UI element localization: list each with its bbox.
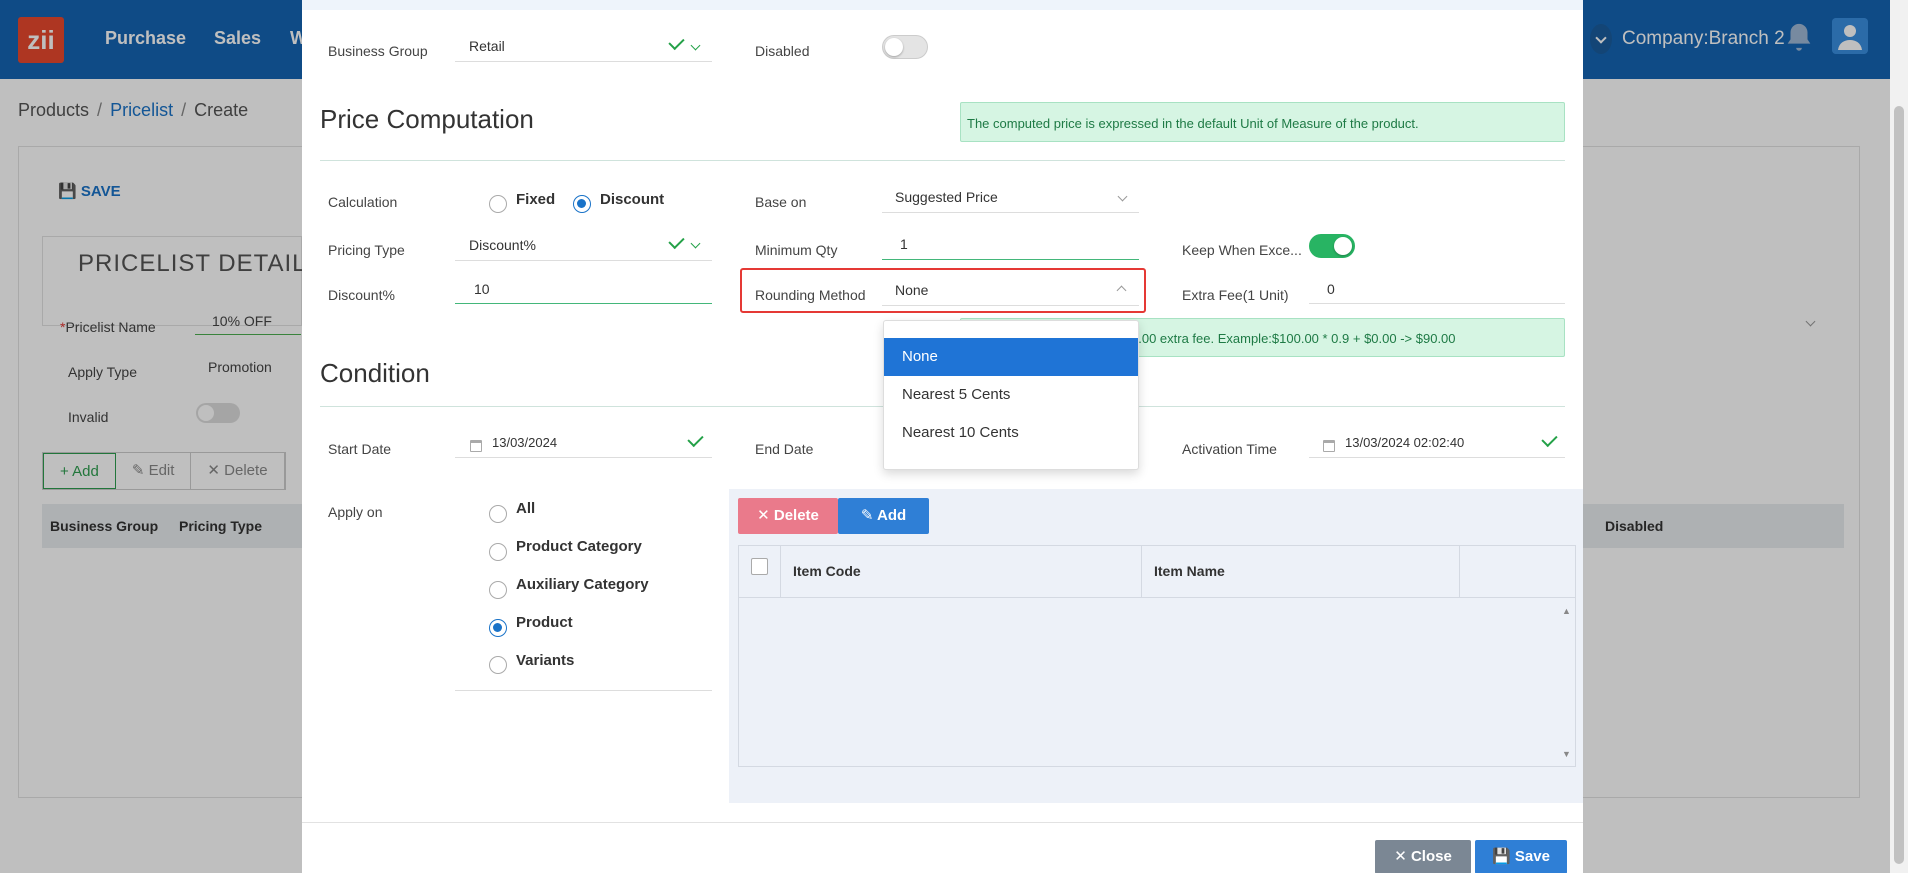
pricing-type-underline <box>455 260 712 261</box>
discount-percent-label: Discount% <box>328 287 395 303</box>
start-date-input[interactable]: 13/03/2024 <box>492 435 557 450</box>
item-code-header: Item Code <box>793 563 861 579</box>
apply-auxiliary-category-label[interactable]: Auxiliary Category <box>516 576 649 593</box>
apply-product-radio[interactable] <box>489 619 507 637</box>
min-qty-input[interactable]: 1 <box>900 236 908 252</box>
min-qty-underline <box>882 259 1139 260</box>
close-button[interactable]: ✕ Close <box>1375 840 1471 873</box>
price-divider <box>320 160 1565 161</box>
apply-on-label: Apply on <box>328 504 383 520</box>
select-all-checkbox[interactable] <box>751 558 768 575</box>
items-delete-button[interactable]: ✕ Delete <box>738 498 838 534</box>
item-name-header: Item Name <box>1154 563 1225 579</box>
pricing-type-chevron-icon[interactable] <box>690 238 701 249</box>
start-date-check-icon <box>687 430 704 448</box>
calc-discount-radio[interactable] <box>573 195 591 213</box>
rounding-option-10-cents[interactable]: Nearest 10 Cents <box>884 414 1138 452</box>
grid-col-item-code[interactable]: Item Code <box>781 546 1142 598</box>
disabled-label: Disabled <box>755 43 810 59</box>
min-qty-label: Minimum Qty <box>755 242 838 258</box>
base-on-value[interactable]: Suggested Price <box>895 189 998 205</box>
rounding-option-5-cents[interactable]: Nearest 5 Cents <box>884 376 1138 414</box>
apply-product-category-label[interactable]: Product Category <box>516 538 642 555</box>
start-date-label: Start Date <box>328 441 392 457</box>
calc-discount-label[interactable]: Discount <box>600 191 664 208</box>
activation-time-input[interactable]: 13/03/2024 02:02:40 <box>1345 435 1464 450</box>
keep-when-exceed-toggle[interactable] <box>1309 234 1355 258</box>
activation-time-label: Activation Time <box>1182 441 1277 457</box>
items-grid: Item Code Item Name ▲ ▼ <box>738 545 1576 767</box>
apply-variants-radio[interactable] <box>489 656 507 674</box>
calc-fixed-radio[interactable] <box>489 195 507 213</box>
discount-percent-input[interactable]: 10 <box>474 281 490 297</box>
rounding-method-dropdown: None Nearest 5 Cents Nearest 10 Cents <box>883 320 1139 470</box>
disabled-toggle[interactable] <box>882 35 928 59</box>
activation-underline <box>1309 457 1565 458</box>
apply-product-label[interactable]: Product <box>516 614 573 631</box>
base-on-underline <box>882 212 1139 213</box>
activation-calendar-icon[interactable] <box>1323 440 1335 452</box>
apply-variants-label[interactable]: Variants <box>516 652 574 669</box>
grid-select-col <box>739 546 781 598</box>
grid-scroll-down-icon[interactable]: ▼ <box>1562 749 1571 759</box>
extra-fee-input[interactable]: 0 <box>1327 281 1335 297</box>
start-date-underline <box>455 457 712 458</box>
items-add-button[interactable]: ✎ Add <box>838 498 929 534</box>
business-group-chevron-icon[interactable] <box>690 40 701 51</box>
grid-col-item-name[interactable]: Item Name <box>1142 546 1460 598</box>
start-date-calendar-icon[interactable] <box>470 440 482 452</box>
apply-auxiliary-category-radio[interactable] <box>489 581 507 599</box>
price-computation-title: Price Computation <box>320 104 534 134</box>
pricelist-item-modal: Business Group Retail Disabled Price Com… <box>302 0 1583 873</box>
pricing-type-check-icon <box>668 232 685 250</box>
pricing-type-label: Pricing Type <box>328 242 405 258</box>
extra-fee-underline <box>1309 303 1565 304</box>
keep-when-exceed-label: Keep When Exce... <box>1182 242 1302 258</box>
discount-underline <box>455 303 712 304</box>
apply-on-underline <box>455 690 712 691</box>
rounding-option-none[interactable]: None <box>884 338 1138 376</box>
apply-all-label[interactable]: All <box>516 500 535 517</box>
calc-fixed-label[interactable]: Fixed <box>516 191 555 208</box>
base-on-label: Base on <box>755 194 807 210</box>
page-scrollbar[interactable] <box>1890 0 1908 873</box>
apply-product-category-radio[interactable] <box>489 543 507 561</box>
business-group-check-icon <box>668 33 685 51</box>
condition-title: Condition <box>320 358 430 388</box>
activation-check-icon <box>1541 430 1558 448</box>
modal-footer-divider <box>302 822 1583 823</box>
uom-info-box: The computed price is expressed in the d… <box>960 102 1565 142</box>
page-scrollbar-thumb[interactable] <box>1894 106 1904 864</box>
modal-top-strip <box>302 0 1583 10</box>
business-group-value[interactable]: Retail <box>469 38 505 54</box>
business-group-label: Business Group <box>328 43 428 59</box>
pricing-type-value[interactable]: Discount% <box>469 237 536 253</box>
items-grid-header: Item Code Item Name <box>739 546 1575 598</box>
business-group-underline <box>455 61 712 62</box>
end-date-label: End Date <box>755 441 814 457</box>
calculation-label: Calculation <box>328 194 398 210</box>
grid-scroll-up-icon[interactable]: ▲ <box>1562 606 1571 616</box>
save-button[interactable]: 💾 Save <box>1475 840 1567 873</box>
extra-fee-label: Extra Fee(1 Unit) <box>1182 287 1289 303</box>
base-on-chevron-icon[interactable] <box>1117 191 1128 202</box>
apply-all-radio[interactable] <box>489 505 507 523</box>
rounding-highlight-box <box>740 268 1146 313</box>
